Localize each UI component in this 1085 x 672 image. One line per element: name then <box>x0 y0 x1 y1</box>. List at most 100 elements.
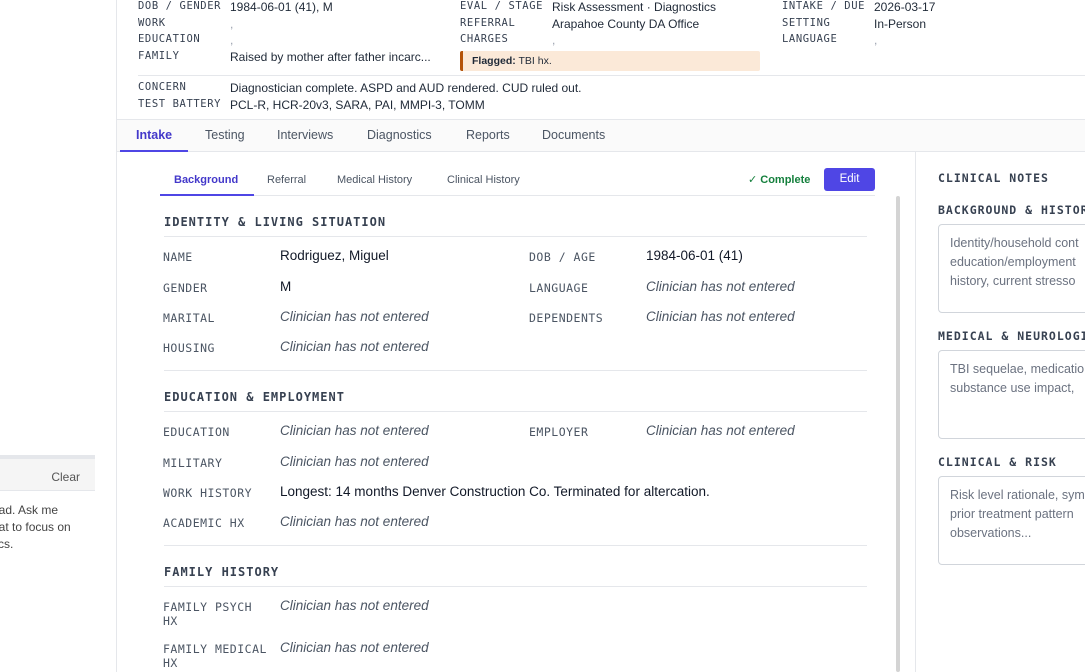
subtab-background[interactable]: Background <box>174 174 238 186</box>
header-value-concern: Diagnostician complete. ASPD and AUD ren… <box>230 81 582 95</box>
tab-interviews[interactable]: Interviews <box>277 128 333 142</box>
complete-status-badge: ✓ Complete <box>748 174 811 186</box>
field-value-military: Clinician has not entered <box>280 454 429 469</box>
field-value-education: Clinician has not entered <box>280 423 429 438</box>
field-value-family-psych-hx: Clinician has not entered <box>280 598 429 613</box>
notes-textarea-background[interactable]: Identity/household cont education/employ… <box>938 224 1085 313</box>
main-tabs: Intake Testing Interviews Diagnostics Re… <box>117 119 1085 152</box>
placeholder-line: substance use impact, <box>950 381 1075 395</box>
placeholder-line: history, current stresso <box>950 274 1076 288</box>
notes-title: CLINICAL NOTES <box>938 171 1049 185</box>
assistant-message-line: hat to focus on <box>0 520 71 534</box>
header-value-setting: In-Person <box>874 17 927 31</box>
header-label-language: LANGUAGE <box>782 33 838 45</box>
active-subtab-indicator <box>160 194 254 196</box>
field-value-family-medical-hx: Clinician has not entered <box>280 640 429 655</box>
header-label-concern: CONCERN <box>138 81 187 93</box>
section-divider <box>164 545 867 546</box>
placeholder-line: Identity/household cont <box>950 236 1079 250</box>
field-label-dependents: DEPENDENTS <box>529 311 604 325</box>
field-label-employer: EMPLOYER <box>529 425 589 439</box>
placeholder-line: Risk level rationale, sym <box>950 488 1085 502</box>
field-label-academic-hx: ACADEMIC HX <box>163 516 245 530</box>
assistant-toolbar: Clear <box>0 455 95 491</box>
section-title-identity: IDENTITY & LIVING SITUATION <box>164 215 387 229</box>
notes-textarea-medical[interactable]: TBI sequelae, medicatio substance use im… <box>938 350 1085 439</box>
tab-intake[interactable]: Intake <box>136 128 172 142</box>
section-title-education: EDUCATION & EMPLOYMENT <box>164 390 345 404</box>
assistant-panel: Clear oad. Ask me hat to focus on tics. <box>0 0 95 672</box>
field-label-dob-age: DOB / AGE <box>529 250 596 264</box>
header-value-work: , <box>230 17 234 31</box>
field-label-line: FAMILY PSYCH <box>163 600 253 614</box>
field-label-family-psych-hx: FAMILY PSYCH HX <box>163 600 252 628</box>
field-label-family-medical-hx: FAMILY MEDICAL HX <box>163 642 267 670</box>
tab-testing[interactable]: Testing <box>205 128 245 142</box>
field-value-marital: Clinician has not entered <box>280 309 429 324</box>
header-value-education: , <box>230 33 234 47</box>
content-scrollbar[interactable] <box>896 196 900 672</box>
placeholder-line: education/employment <box>950 255 1076 269</box>
notes-textarea-clinical-risk[interactable]: Risk level rationale, sym prior treatmen… <box>938 476 1085 565</box>
tab-reports[interactable]: Reports <box>466 128 510 142</box>
field-label-housing: HOUSING <box>163 341 215 355</box>
tab-documents[interactable]: Documents <box>542 128 605 142</box>
intake-content: Background Referral Medical History Clin… <box>117 152 915 672</box>
subtab-medical-history[interactable]: Medical History <box>337 174 412 186</box>
edit-button[interactable]: Edit <box>824 168 875 191</box>
header-label-charges: CHARGES <box>460 33 509 45</box>
header-value-charges: , <box>552 33 556 47</box>
placeholder-line: TBI sequelae, medicatio <box>950 362 1085 376</box>
field-label-military: MILITARY <box>163 456 223 470</box>
header-divider <box>138 75 1085 76</box>
header-label-test-battery: TEST BATTERY <box>138 98 222 110</box>
field-label-line: FAMILY MEDICAL <box>163 642 267 656</box>
field-label-gender: GENDER <box>163 281 208 295</box>
assistant-message-line: oad. Ask me <box>0 503 59 517</box>
tab-diagnostics[interactable]: Diagnostics <box>367 128 432 142</box>
section-rule <box>164 411 867 412</box>
field-value-academic-hx: Clinician has not entered <box>280 514 429 529</box>
header-label-referral: REFERRAL <box>460 17 516 29</box>
field-value-gender: M <box>280 279 292 294</box>
header-value-dob-gender: 1984-06-01 (41), M <box>230 0 333 14</box>
header-value-language: , <box>874 33 878 47</box>
clear-button[interactable]: Clear <box>51 470 80 484</box>
field-label-line: HX <box>163 656 178 670</box>
field-value-housing: Clinician has not entered <box>280 339 429 354</box>
field-label-line: HX <box>163 614 178 628</box>
header-value-family: Raised by mother after father incarc... <box>230 50 431 64</box>
flag-prefix: Flagged: <box>472 55 516 67</box>
section-rule <box>164 586 867 587</box>
field-label-marital: MARITAL <box>163 311 215 325</box>
section-title-family: FAMILY HISTORY <box>164 565 280 579</box>
flag-text: TBI hx. <box>518 55 552 67</box>
field-label-name: NAME <box>163 250 193 264</box>
clinical-notes-panel: CLINICAL NOTES BACKGROUND & HISTORY Iden… <box>916 152 1085 672</box>
field-value-dependents: Clinician has not entered <box>646 309 795 324</box>
assistant-message-line: tics. <box>0 537 14 551</box>
header-value-referral: Arapahoe County DA Office <box>552 17 700 31</box>
field-label-work-history: WORK HISTORY <box>163 486 253 500</box>
flag-banner: Flagged: TBI hx. <box>460 51 760 71</box>
header-value-intake-due: 2026-03-17 <box>874 0 936 14</box>
notes-section-title-medical: MEDICAL & NEUROLOGIC <box>938 329 1085 343</box>
header-label-family: FAMILY <box>138 50 180 62</box>
case-header: DOB / GENDER 1984-06-01 (41), M WORK , E… <box>117 0 1085 120</box>
header-label-work: WORK <box>138 17 166 29</box>
field-value-employer: Clinician has not entered <box>646 423 795 438</box>
subtab-referral[interactable]: Referral <box>267 174 306 186</box>
placeholder-line: prior treatment pattern <box>950 507 1074 521</box>
field-value-work-history: Longest: 14 months Denver Construction C… <box>280 484 710 499</box>
field-value-dob-age: 1984-06-01 (41) <box>646 248 743 263</box>
assistant-message: oad. Ask me hat to focus on tics. <box>0 502 95 553</box>
header-value-test-battery: PCL-R, HCR-20v3, SARA, PAI, MMPI-3, TOMM <box>230 98 485 112</box>
field-label-education: EDUCATION <box>163 425 230 439</box>
notes-section-title-clinical-risk: CLINICAL & RISK <box>938 455 1057 469</box>
header-value-eval-stage: Risk Assessment · Diagnostics <box>552 0 717 14</box>
field-label-language: LANGUAGE <box>529 281 589 295</box>
subtab-clinical-history[interactable]: Clinical History <box>447 174 520 186</box>
header-label-dob-gender: DOB / GENDER <box>138 0 222 12</box>
field-value-language: Clinician has not entered <box>646 279 795 294</box>
field-value-name: Rodriguez, Miguel <box>280 248 389 263</box>
